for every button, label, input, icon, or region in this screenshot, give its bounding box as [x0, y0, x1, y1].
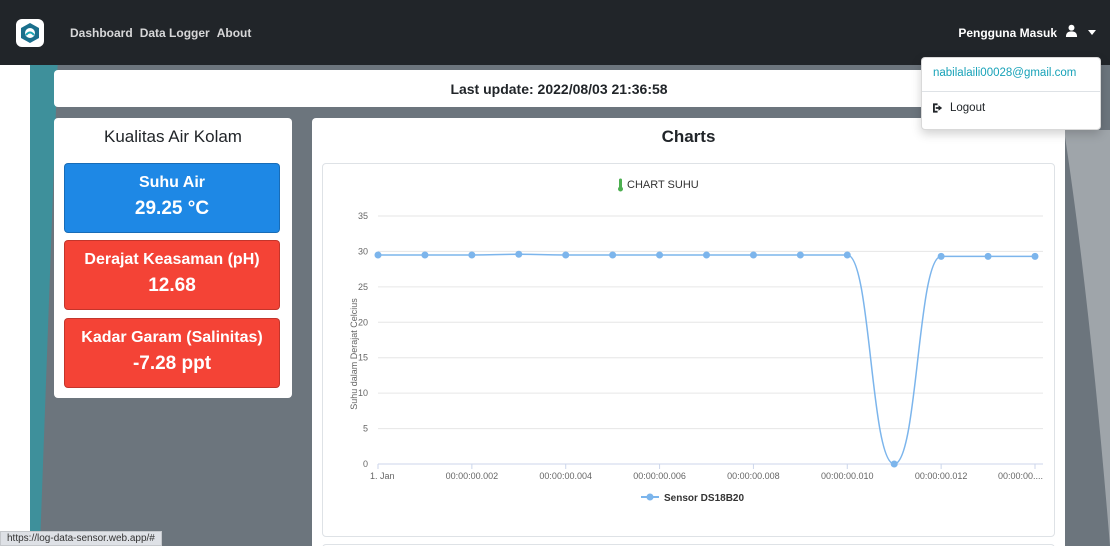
- y-tick-label: 15: [358, 353, 368, 363]
- data-point[interactable]: [749, 251, 757, 259]
- sign-out-icon: [933, 103, 943, 113]
- legend-label: Sensor DS18B20: [664, 493, 744, 504]
- chart-legend[interactable]: Sensor DS18B20: [641, 493, 744, 504]
- user-icon: [1065, 24, 1078, 42]
- y-axis-ticks: 0 5 10 15 20 25 30 35: [358, 211, 368, 469]
- data-point[interactable]: [796, 251, 804, 259]
- x-tick-label: 1. Jan: [370, 471, 395, 481]
- top-navbar: Dashboard Data Logger About Pengguna Mas…: [0, 0, 1110, 65]
- x-tick-label: 00:00:00....: [998, 471, 1043, 481]
- x-tick-label: 00:00:00.010: [821, 471, 874, 481]
- y-tick-label: 0: [363, 459, 368, 469]
- data-point[interactable]: [609, 251, 617, 259]
- y-tick-label: 35: [358, 211, 368, 221]
- user-menu-label: Pengguna Masuk: [958, 25, 1057, 40]
- data-point[interactable]: [515, 250, 523, 258]
- charts-card: Charts CHART SUHU Suhu dalam Derajat Cel…: [312, 118, 1065, 546]
- nav-about-link[interactable]: About: [217, 26, 252, 40]
- x-tick-label: 00:00:00.004: [539, 471, 592, 481]
- last-update-bar: Last update: 2022/08/03 21:36:58: [54, 70, 1064, 107]
- y-tick-label: 20: [358, 317, 368, 327]
- y-tick-label: 10: [358, 388, 368, 398]
- temperature-chart: CHART SUHU Suhu dalam Derajat Celcius 05…: [349, 178, 1043, 504]
- nav-data-logger-link[interactable]: Data Logger: [140, 26, 210, 40]
- data-point[interactable]: [1031, 252, 1039, 260]
- x-axis-ticks: 1. Jan 00:00:00.002 00:00:00.004 00:00:00.0…: [370, 464, 1043, 481]
- nav-dashboard-link[interactable]: Dashboard: [70, 26, 133, 40]
- x-tick-label: 00:00:00.008: [727, 471, 780, 481]
- y-tick-label: 30: [358, 246, 368, 256]
- data-point[interactable]: [562, 251, 570, 259]
- user-email-item[interactable]: nabilalaili00028@gmail.com: [922, 58, 1100, 91]
- salinity-card: Kadar Garam (Salinitas) -7.28 ppt: [64, 318, 280, 388]
- data-point[interactable]: [890, 460, 898, 468]
- data-point[interactable]: [656, 251, 664, 259]
- data-point[interactable]: [421, 251, 429, 259]
- data-point[interactable]: [937, 252, 945, 260]
- data-point[interactable]: [984, 252, 992, 260]
- data-point[interactable]: [843, 251, 851, 259]
- salinity-value: -7.28 ppt: [132, 353, 212, 374]
- y-tick-label: 5: [363, 424, 368, 434]
- x-tick-label: 00:00:00.012: [915, 471, 968, 481]
- x-tick-label: 00:00:00.002: [446, 471, 499, 481]
- user-menu-toggle[interactable]: Pengguna Masuk: [958, 24, 1096, 42]
- water-temperature-card: Suhu Air 29.25 °C: [64, 163, 280, 233]
- x-tick-label: 00:00:00.006: [633, 471, 686, 481]
- legend-point-marker: [646, 493, 654, 501]
- temperature-chart-container: CHART SUHU Suhu dalam Derajat Celcius 05…: [322, 163, 1055, 537]
- data-point[interactable]: [468, 251, 476, 259]
- salinity-label: Kadar Garam (Salinitas): [81, 329, 263, 346]
- ph-card: Derajat Keasaman (pH) 12.68: [64, 240, 280, 310]
- y-tick-label: 25: [358, 282, 368, 292]
- last-update-text: Last update: 2022/08/03 21:36:58: [450, 80, 668, 97]
- chevron-down-icon: [1088, 30, 1096, 35]
- ph-value: 12.68: [148, 275, 196, 296]
- series-line-sensor-ds18b20: [378, 253, 1035, 465]
- thermometer-icon: [618, 178, 623, 192]
- chart-title-group: CHART SUHU: [618, 178, 699, 192]
- status-bar-url: https://log-data-sensor.web.app/#: [0, 531, 162, 546]
- user-dropdown-menu: nabilalaili00028@gmail.com Logout: [921, 57, 1101, 130]
- water-quality-title: Kualitas Air Kolam: [104, 127, 242, 146]
- data-point[interactable]: [703, 251, 710, 259]
- logout-label: Logout: [950, 102, 986, 114]
- water-temperature-label: Suhu Air: [138, 174, 206, 191]
- chart-title: CHART SUHU: [627, 179, 699, 191]
- data-point[interactable]: [374, 251, 382, 259]
- water-quality-card: Kualitas Air Kolam Suhu Air 29.25 °C Der…: [54, 118, 292, 398]
- ph-label: Derajat Keasaman (pH): [84, 251, 260, 268]
- series-points: [374, 250, 1039, 468]
- water-temperature-value: 29.25 °C: [134, 198, 210, 219]
- logout-button[interactable]: Logout: [922, 92, 1100, 124]
- chart-grid: [378, 215, 1043, 465]
- brand-logo[interactable]: [16, 18, 44, 47]
